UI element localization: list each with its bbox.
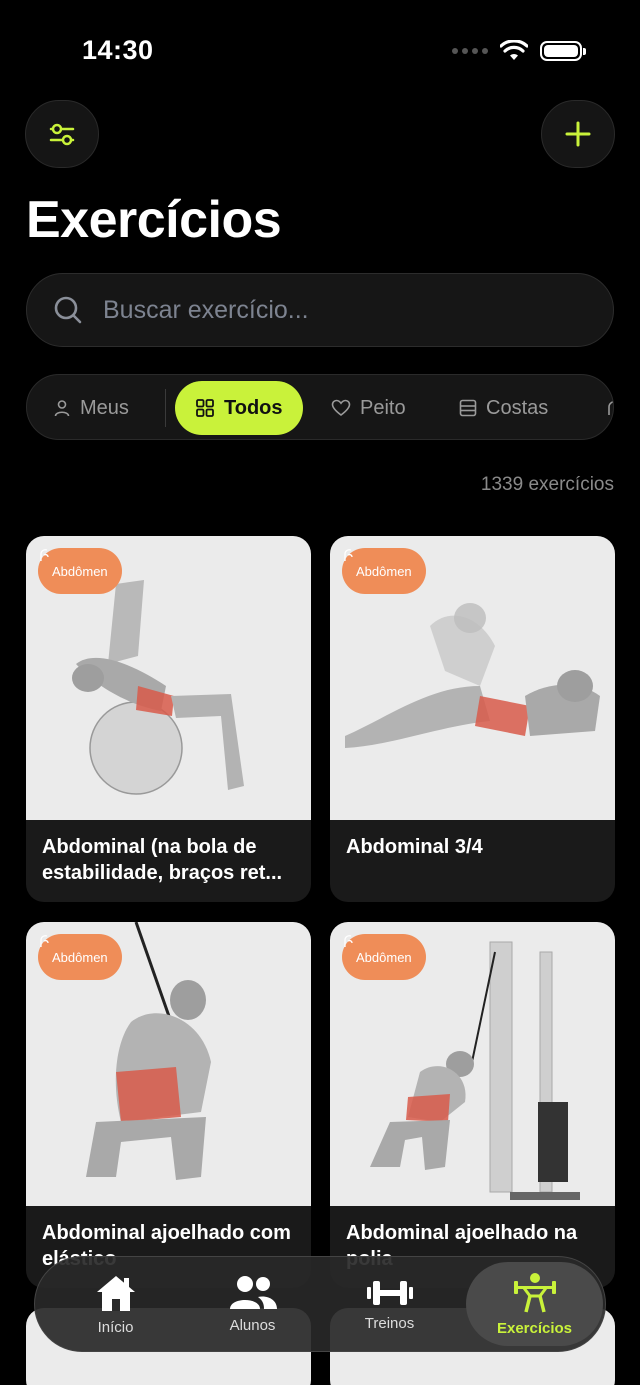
nav-item-label: Início [97,1318,134,1336]
status-icons [452,40,586,62]
exercise-title: Abdominal (na bola de estabilidade, braç… [42,836,283,884]
signal-icon [452,48,488,54]
status-time: 14:30 [82,35,154,65]
nav-item-treinos[interactable]: Treinos [321,1262,458,1346]
status-bar: 14:30 [0,0,640,100]
search-input[interactable] [103,295,563,325]
exercise-title: Abdominal 3/4 [346,836,483,858]
exercise-illustration: Abdômen [330,922,615,1206]
category-tag: Abdômen [38,934,122,980]
category-tag-label: Abdômen [52,949,108,965]
plus-icon [565,121,591,147]
category-filter-bar[interactable]: Meus Todos Peito Costas [26,374,614,440]
bottom-navigation: Início Alunos Treinos Exercícios [34,1256,606,1352]
dumbbell-icon [366,1280,413,1305]
heart-icon [331,399,351,417]
filter-chip-label: Todos [224,396,283,419]
filter-chip-peito[interactable]: Peito [331,381,406,435]
nav-item-inicio[interactable]: Início [47,1262,184,1346]
nav-item-alunos[interactable]: Alunos [184,1262,321,1346]
category-tag-label: Abdômen [356,949,412,965]
search-bar[interactable] [26,273,614,347]
filter-chip-label: Peito [360,396,406,419]
filter-chip-label: Meus [80,396,129,419]
users-icon [229,1275,277,1309]
home-icon [96,1275,135,1311]
filter-chip-todos[interactable]: Todos [175,381,303,435]
person-icon [54,400,70,417]
wifi-icon [500,40,528,60]
weightlifter-icon [513,1272,556,1312]
muscle-icon [40,935,49,947]
exercise-illustration: Abdômen [330,536,615,820]
exercise-illustration: Abdômen [26,922,311,1206]
filter-chip-label: Costas [486,396,549,419]
page-title: Exercícios [26,191,282,249]
muscle-icon [344,935,353,947]
exercise-card[interactable]: Abdômen Abdominal ajoelhado na polia [330,922,615,1288]
category-tag: Abdômen [38,548,122,594]
filter-chip-meus[interactable]: Meus [53,381,129,435]
nav-item-exercicios[interactable]: Exercícios [466,1262,603,1346]
exercise-card[interactable]: Abdômen Abdominal 3/4 [330,536,615,902]
exercise-card[interactable]: Abdômen Abdominal (na bola de estabilida… [26,536,311,902]
nav-item-label: Exercícios [496,1319,573,1337]
exercise-card[interactable]: Abdômen Abdominal ajoelhado com elástico [26,922,311,1288]
battery-icon [540,41,586,61]
divider [165,389,166,427]
category-tag: Abdômen [342,548,426,594]
nav-item-label: Treinos [364,1314,415,1332]
grid-icon [196,399,214,417]
filter-chip-costas[interactable]: Costas [459,381,548,435]
filter-chip-more[interactable] [605,381,613,435]
back-icon [459,399,477,417]
category-tag-label: Abdômen [52,563,108,579]
sliders-icon [49,123,75,146]
filter-settings-button[interactable] [25,100,99,168]
exercise-illustration: Abdômen [26,536,311,820]
search-icon [54,296,82,324]
muscle-icon [608,401,613,415]
category-tag-label: Abdômen [356,563,412,579]
nav-item-label: Alunos [229,1316,276,1334]
add-exercise-button[interactable] [541,100,615,168]
exercise-count: 1339 exercícios [480,474,614,495]
category-tag: Abdômen [342,934,426,980]
muscle-icon [40,549,49,561]
muscle-icon [344,549,353,561]
